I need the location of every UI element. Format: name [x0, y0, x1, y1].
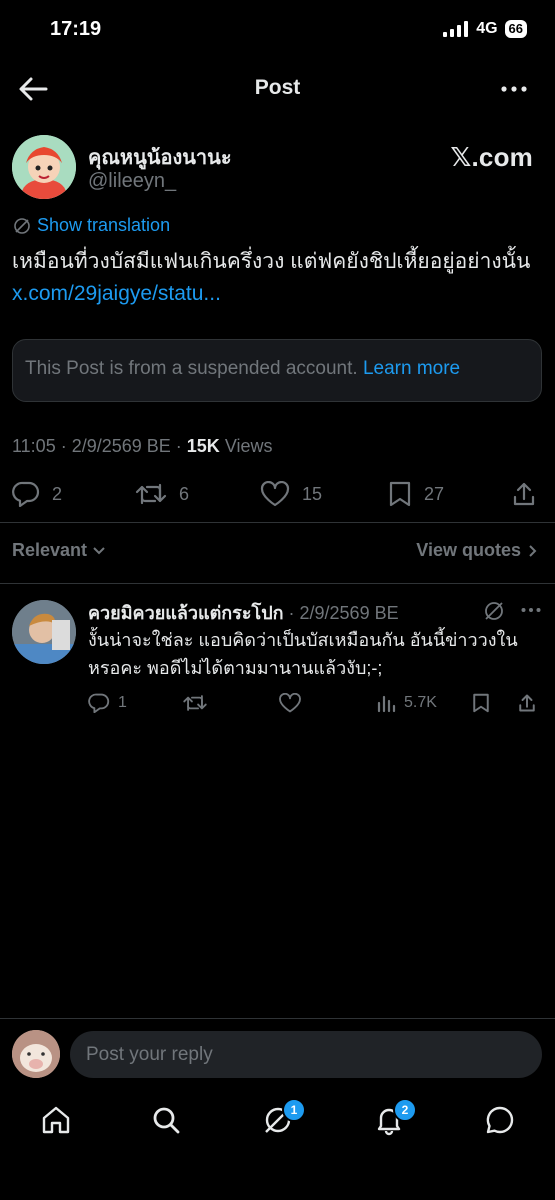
suspended-notice: This Post is from a suspended account. — [25, 358, 363, 379]
reply-views-count: 5.7K — [404, 694, 437, 711]
signal-icon — [443, 21, 469, 37]
avatar-image — [12, 135, 76, 199]
grok-button[interactable] — [483, 600, 505, 622]
heart-icon — [260, 481, 290, 507]
reply-author-name[interactable]: ควยมิควยแล้วแต่กระโปก — [88, 603, 284, 623]
reply-repost-button[interactable] — [182, 692, 208, 714]
divider — [0, 1018, 555, 1019]
analytics-icon — [377, 695, 396, 713]
notifications-badge: 2 — [393, 1098, 417, 1122]
learn-more-link[interactable]: Learn more — [363, 358, 460, 379]
heart-icon — [279, 693, 301, 713]
share-icon — [519, 694, 535, 712]
reply-text: งั้นน่าจะใช่ละ แอบคิดว่าเป็นบัสเหมือนกัน… — [88, 630, 518, 678]
quoted-post-card: This Post is from a suspended account. L… — [12, 339, 542, 402]
reply-count: 2 — [52, 483, 63, 504]
sort-label: Relevant — [12, 540, 88, 560]
show-translation-label: Show translation — [37, 215, 171, 235]
search-icon — [153, 1107, 180, 1134]
more-horizontal-icon — [501, 86, 527, 92]
like-count: 15 — [302, 483, 323, 504]
avatar-image — [12, 600, 76, 664]
reply-icon — [12, 481, 40, 507]
author-avatar[interactable] — [12, 135, 76, 199]
view-quotes-label: View quotes — [416, 540, 521, 560]
show-translation-button[interactable]: Show translation — [13, 215, 170, 236]
post-link[interactable]: x.com/29jaigye/statu... — [12, 282, 221, 305]
reply-icon — [88, 693, 110, 713]
nav-notifications[interactable]: 2 — [373, 1098, 417, 1136]
reply-author-avatar[interactable] — [12, 600, 76, 664]
status-time: 17:19 — [50, 18, 102, 40]
bookmark-button[interactable]: 27 — [388, 480, 444, 508]
network-type: 4G — [476, 20, 498, 37]
post-timestamp: 11:05 · 2/9/2569 BE · — [12, 436, 187, 456]
repost-button[interactable]: 6 — [135, 480, 189, 508]
reply-bookmark-button[interactable] — [472, 692, 490, 714]
reply-button[interactable]: 2 — [12, 480, 62, 508]
reply-input[interactable] — [70, 1031, 542, 1078]
chevron-down-icon — [93, 546, 105, 554]
sort-dropdown[interactable]: Relevant — [12, 540, 105, 561]
more-horizontal-icon — [521, 608, 541, 612]
current-user-avatar[interactable] — [12, 1030, 60, 1078]
nav-search[interactable] — [150, 1104, 182, 1136]
source-label: 𝕏.com — [450, 142, 533, 172]
author-display-name[interactable]: คุณหนูน้องนานะ — [88, 141, 232, 173]
divider — [0, 583, 555, 584]
author-handle[interactable]: @lileeyn_ — [88, 170, 176, 193]
post-body: เหมือนที่วงบัสมีแฟนเกินครึ่งวง แต่ฟคยังช… — [12, 250, 531, 273]
divider — [0, 522, 555, 523]
chevron-right-icon — [529, 544, 537, 557]
nav-home[interactable] — [40, 1104, 72, 1136]
repost-count: 6 — [179, 483, 190, 504]
bookmark-count: 27 — [424, 483, 445, 504]
home-icon — [42, 1106, 70, 1134]
like-button[interactable]: 15 — [260, 480, 322, 508]
view-quotes-link[interactable]: View quotes — [416, 540, 537, 561]
nav-grok[interactable]: 1 — [262, 1098, 306, 1136]
reply-more-button[interactable] — [521, 607, 541, 613]
reply-like-button[interactable] — [278, 692, 302, 714]
avatar-image — [12, 1030, 60, 1078]
reply-reply-count: 1 — [118, 694, 127, 711]
translate-icon — [14, 217, 30, 234]
chat-bubble-icon — [486, 1106, 514, 1134]
reply-reply-button[interactable]: 1 — [88, 692, 127, 714]
post-text: เหมือนที่วงบัสมีแฟนเกินครึ่งวง แต่ฟคยังช… — [12, 246, 532, 310]
views-label: Views — [219, 436, 273, 456]
repost-icon — [135, 483, 167, 505]
share-button[interactable] — [512, 480, 536, 508]
bookmark-icon — [473, 693, 489, 713]
battery-icon: 66 — [504, 20, 527, 38]
share-icon — [513, 482, 535, 506]
grok-icon — [485, 602, 503, 620]
nav-messages[interactable] — [484, 1104, 516, 1136]
repost-icon — [183, 695, 207, 711]
bookmark-icon — [389, 481, 411, 507]
status-indicators: 4G 66 — [443, 20, 527, 38]
reply-share-button[interactable] — [518, 692, 536, 714]
page-title: Post — [254, 76, 301, 99]
reply-date: · 2/9/2569 BE — [283, 603, 399, 623]
views-count: 15K — [186, 436, 220, 456]
grok-badge: 1 — [282, 1098, 306, 1122]
more-options-button[interactable] — [501, 84, 527, 94]
post-meta: 11:05 · 2/9/2569 BE · 15K Views — [12, 436, 273, 457]
reply-header: ควยมิควยแล้วแต่กระโปก · 2/9/2569 BE — [88, 598, 399, 627]
reply-views-button[interactable]: 5.7K — [376, 692, 437, 714]
